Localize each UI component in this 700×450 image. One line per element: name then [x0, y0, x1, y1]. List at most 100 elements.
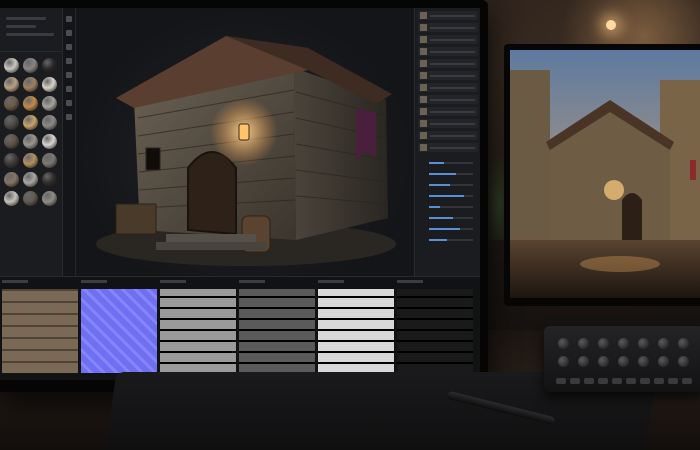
rotary-knob-icon[interactable]	[598, 356, 609, 367]
property-slider[interactable]	[419, 160, 477, 166]
rotary-knob-icon[interactable]	[618, 356, 629, 367]
material-ball-icon[interactable]	[4, 58, 19, 73]
property-slider[interactable]	[419, 215, 477, 221]
material-ball-icon[interactable]	[42, 153, 57, 168]
clone-tool-icon[interactable]	[66, 72, 72, 78]
wooden-crate	[115, 203, 157, 235]
property-slider[interactable]	[419, 193, 477, 199]
eraser-tool-icon[interactable]	[66, 30, 72, 36]
console-key[interactable]	[584, 378, 594, 384]
rotary-knob-icon[interactable]	[578, 338, 589, 349]
layer-row[interactable]	[418, 83, 478, 92]
texture-maps-strip	[0, 276, 480, 380]
property-slider[interactable]	[419, 204, 477, 210]
rotary-knob-icon[interactable]	[658, 356, 669, 367]
layer-row[interactable]	[418, 107, 478, 116]
layer-thumb-icon	[420, 60, 427, 67]
console-key[interactable]	[598, 378, 608, 384]
material-ball-icon[interactable]	[23, 172, 38, 187]
property-slider[interactable]	[419, 182, 477, 188]
console-key[interactable]	[612, 378, 622, 384]
picker-tool-icon[interactable]	[66, 86, 72, 92]
property-slider[interactable]	[419, 226, 477, 232]
rotary-knob-icon[interactable]	[678, 338, 689, 349]
transform-tool-icon[interactable]	[66, 100, 72, 106]
layer-row[interactable]	[418, 35, 478, 44]
3d-viewport[interactable]	[76, 8, 414, 276]
texture-map-height[interactable]	[160, 289, 236, 373]
rotary-knob-icon[interactable]	[598, 338, 609, 349]
layer-row[interactable]	[418, 47, 478, 56]
library-search-line[interactable]	[6, 33, 54, 36]
material-ball-icon[interactable]	[4, 191, 19, 206]
texture-map-roughness[interactable]	[239, 289, 315, 373]
rotary-knob-icon[interactable]	[678, 356, 689, 367]
material-ball-icon[interactable]	[42, 134, 57, 149]
layer-row[interactable]	[418, 71, 478, 80]
material-ball-icon[interactable]	[42, 115, 57, 130]
material-ball-icon[interactable]	[42, 191, 57, 206]
brush-tool-icon[interactable]	[66, 16, 72, 22]
layer-row[interactable]	[418, 95, 478, 104]
texture-map-label	[318, 280, 344, 283]
rotary-knob-icon[interactable]	[638, 356, 649, 367]
material-ball-icon[interactable]	[4, 134, 19, 149]
fill-tool-icon[interactable]	[66, 44, 72, 50]
material-ball-icon[interactable]	[4, 77, 19, 92]
material-ball-icon[interactable]	[42, 172, 57, 187]
layer-row[interactable]	[418, 143, 478, 152]
material-ball-icon[interactable]	[42, 96, 57, 111]
material-ball-icon[interactable]	[23, 77, 38, 92]
layer-name-line	[430, 146, 475, 149]
rotary-knob-icon[interactable]	[618, 338, 629, 349]
console-key[interactable]	[640, 378, 650, 384]
texture-map-ambient-occlusion[interactable]	[318, 289, 394, 373]
material-ball-icon[interactable]	[4, 153, 19, 168]
rotary-knob-icon[interactable]	[638, 338, 649, 349]
layer-row[interactable]	[418, 119, 478, 128]
texture-map-metallic[interactable]	[397, 289, 473, 373]
material-ball-icon[interactable]	[23, 134, 38, 149]
console-key[interactable]	[570, 378, 580, 384]
texture-map-normal[interactable]	[81, 289, 157, 373]
property-slider[interactable]	[419, 237, 477, 243]
material-ball-icon[interactable]	[23, 115, 38, 130]
material-ball-icon[interactable]	[42, 77, 57, 92]
rotary-knob-icon[interactable]	[578, 356, 589, 367]
console-key[interactable]	[654, 378, 664, 384]
layer-name-line	[430, 122, 475, 125]
material-ball-icon[interactable]	[4, 172, 19, 187]
property-slider[interactable]	[419, 171, 477, 177]
texture-map-base-color[interactable]	[2, 289, 78, 373]
smudge-tool-icon[interactable]	[66, 58, 72, 64]
layer-row[interactable]	[418, 59, 478, 68]
rotary-knob-icon[interactable]	[558, 338, 569, 349]
layer-thumb-icon	[420, 132, 427, 139]
layer-row[interactable]	[418, 11, 478, 20]
town-square-render	[510, 50, 700, 298]
console-key[interactable]	[626, 378, 636, 384]
material-ball-icon[interactable]	[23, 58, 38, 73]
rotary-knob-icon[interactable]	[558, 356, 569, 367]
texture-map-label	[397, 280, 423, 283]
final-render-preview	[510, 50, 700, 298]
control-console[interactable]	[544, 326, 700, 392]
material-ball-icon[interactable]	[23, 153, 38, 168]
material-ball-icon[interactable]	[4, 96, 19, 111]
material-ball-icon[interactable]	[4, 115, 19, 130]
console-key[interactable]	[668, 378, 678, 384]
secondary-monitor	[504, 44, 700, 306]
library-filter-line[interactable]	[6, 25, 36, 28]
layer-row[interactable]	[418, 131, 478, 140]
layer-row[interactable]	[418, 23, 478, 32]
small-window	[145, 147, 161, 171]
material-ball-icon[interactable]	[42, 58, 57, 73]
texture-map-label	[2, 280, 28, 283]
console-key[interactable]	[556, 378, 566, 384]
material-ball-icon[interactable]	[23, 96, 38, 111]
layer-list	[415, 11, 480, 152]
console-key[interactable]	[682, 378, 692, 384]
rotary-knob-icon[interactable]	[658, 338, 669, 349]
material-ball-icon[interactable]	[23, 191, 38, 206]
camera-tool-icon[interactable]	[66, 114, 72, 120]
